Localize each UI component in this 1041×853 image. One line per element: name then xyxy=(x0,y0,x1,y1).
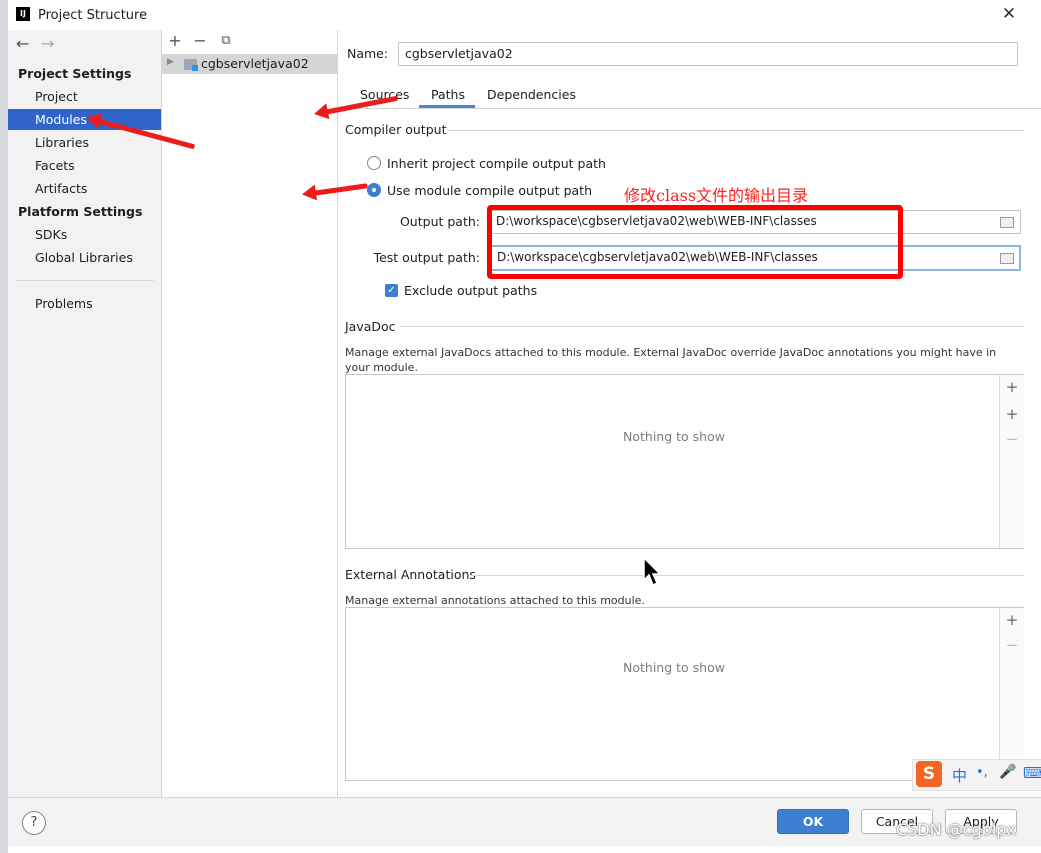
annotations-toolbar: + − xyxy=(999,608,1024,780)
sidebar-item-project[interactable]: Project xyxy=(8,86,161,107)
tab-dependencies[interactable]: Dependencies xyxy=(487,87,576,102)
module-output-label: Use module compile output path xyxy=(387,183,593,198)
expand-arrow-icon[interactable]: ▶ xyxy=(167,57,174,67)
module-badge-icon xyxy=(192,65,198,71)
sidebar-item-problems[interactable]: Problems xyxy=(8,293,161,314)
javadoc-description: Manage external JavaDocs attached to thi… xyxy=(345,346,997,374)
project-structure-dialog: IJ Project Structure ✕ ← → Project Setti… xyxy=(8,0,1041,846)
inherit-output-radio[interactable] xyxy=(367,156,381,170)
section-divider xyxy=(400,326,1024,327)
forward-arrow-icon[interactable]: → xyxy=(41,34,54,53)
sidebar-divider xyxy=(16,280,154,281)
module-output-radio[interactable] xyxy=(367,183,381,197)
module-name-input[interactable]: cgbservletjava02 xyxy=(398,42,1018,66)
back-arrow-icon[interactable]: ← xyxy=(16,34,29,53)
background-window-edge xyxy=(0,0,8,853)
tree-row-module[interactable]: ▶ cgbservletjava02 xyxy=(162,54,337,74)
section-divider xyxy=(448,130,1024,131)
section-divider xyxy=(470,575,1024,576)
external-annotations-description: Manage external annotations attached to … xyxy=(345,594,645,607)
compiler-output-title: Compiler output xyxy=(345,122,447,137)
ime-mic-icon[interactable]: 🎤 xyxy=(999,764,1016,780)
javadoc-list: Nothing to show + + − xyxy=(345,374,1024,549)
sidebar-item-libraries[interactable]: Libraries xyxy=(8,132,161,153)
settings-sidebar: ← → Project Settings Project Modules Lib… xyxy=(8,30,162,797)
ime-language[interactable]: 中 xyxy=(952,765,967,786)
watermark: CSDN @cgblpx xyxy=(896,820,1016,839)
add-annotation-icon[interactable]: + xyxy=(1000,611,1024,629)
javadoc-empty-text: Nothing to show xyxy=(623,429,725,444)
project-settings-header: Project Settings xyxy=(18,66,132,81)
title-bar: IJ Project Structure ✕ xyxy=(8,0,1041,30)
sidebar-item-facets[interactable]: Facets xyxy=(8,155,161,176)
tabs-divider xyxy=(337,108,1041,109)
tab-paths[interactable]: Paths xyxy=(431,87,465,102)
browse-test-folder-icon[interactable] xyxy=(1000,253,1014,264)
inherit-output-label: Inherit project compile output path xyxy=(387,156,606,171)
add-module-icon[interactable]: + xyxy=(165,30,185,52)
platform-settings-header: Platform Settings xyxy=(18,204,143,219)
javadoc-title: JavaDoc xyxy=(345,319,396,334)
sidebar-item-sdks[interactable]: SDKs xyxy=(8,224,161,245)
dialog-button-bar: ? OK Cancel Apply xyxy=(8,797,1041,846)
sidebar-item-global-libraries[interactable]: Global Libraries xyxy=(8,247,161,268)
help-icon[interactable]: ? xyxy=(22,811,46,835)
external-annotations-title: External Annotations xyxy=(345,567,476,582)
intellij-logo-icon: IJ xyxy=(16,7,30,21)
module-tree-label: cgbservletjava02 xyxy=(201,56,309,71)
dialog-title: Project Structure xyxy=(38,8,148,23)
sidebar-item-artifacts[interactable]: Artifacts xyxy=(8,178,161,199)
sogou-logo-icon[interactable]: S xyxy=(916,761,942,787)
remove-module-icon[interactable]: − xyxy=(190,30,210,52)
exclude-output-label: Exclude output paths xyxy=(404,283,538,298)
test-output-path-label: Test output path: xyxy=(373,250,480,265)
ime-toolbar: S 中 •, 🎤 ⌨ xyxy=(912,759,1041,791)
annotation-text: 修改class文件的输出目录 xyxy=(624,186,809,205)
ime-punctuation-icon[interactable]: •, xyxy=(976,765,988,780)
add-javadoc-url-icon[interactable]: + xyxy=(1000,405,1024,423)
annotations-empty-text: Nothing to show xyxy=(623,660,725,675)
close-icon[interactable]: ✕ xyxy=(998,3,1020,25)
remove-javadoc-icon[interactable]: − xyxy=(1000,430,1024,448)
exclude-output-checkbox[interactable]: ✓ xyxy=(385,284,398,297)
remove-annotation-icon[interactable]: − xyxy=(1000,636,1024,654)
browse-folder-icon[interactable] xyxy=(1000,217,1014,228)
javadoc-toolbar: + + − xyxy=(999,375,1024,548)
output-path-label: Output path: xyxy=(399,214,480,229)
highlight-box xyxy=(487,205,903,279)
copy-module-icon[interactable]: ⧉ xyxy=(216,30,236,52)
name-label: Name: xyxy=(347,46,389,61)
ime-keyboard-icon[interactable]: ⌨ xyxy=(1023,764,1041,782)
add-javadoc-icon[interactable]: + xyxy=(1000,378,1024,396)
mouse-cursor-icon xyxy=(643,556,662,587)
sidebar-item-modules[interactable]: Modules xyxy=(8,109,161,130)
external-annotations-list: Nothing to show + − xyxy=(345,607,1024,781)
ok-button[interactable]: OK xyxy=(777,809,849,834)
